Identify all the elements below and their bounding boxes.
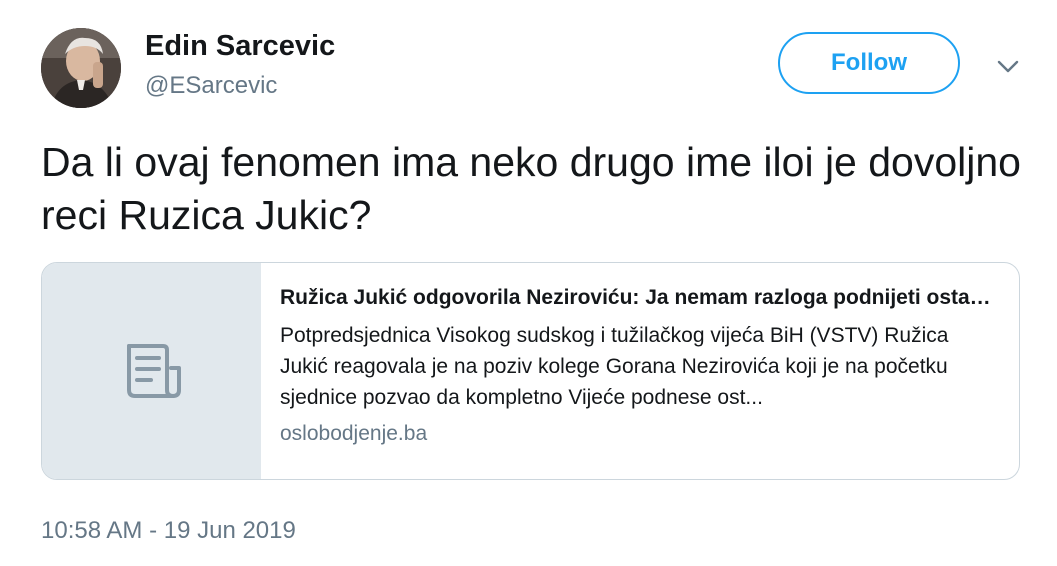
tweet-timestamp[interactable]: 10:58 AM - 19 Jun 2019 (41, 517, 296, 545)
chevron-down-icon (997, 60, 1019, 73)
avatar[interactable] (41, 28, 121, 108)
more-options-button[interactable] (990, 52, 1026, 82)
follow-button[interactable]: Follow (778, 32, 960, 94)
tweet: Edin Sarcevic @ESarcevic Follow Da li ov… (0, 0, 1057, 566)
author-handle[interactable]: @ESarcevic (145, 72, 277, 100)
document-icon (126, 344, 181, 398)
card-description: Potpredsjednica Visokog sudskog i tužila… (280, 324, 949, 409)
card-body: Ružica Jukić odgovorila Neziroviću: Ja n… (261, 263, 1019, 479)
link-card[interactable]: Ružica Jukić odgovorila Neziroviću: Ja n… (41, 262, 1020, 480)
avatar-photo (41, 28, 121, 108)
tweet-text: Da li ovaj fenomen ima neko drugo ime il… (41, 139, 1021, 238)
card-domain: oslobodjenje.ba (280, 422, 428, 445)
card-thumbnail (42, 263, 261, 479)
author-display-name[interactable]: Edin Sarcevic (145, 30, 335, 63)
card-title[interactable]: Ružica Jukić odgovorila Neziroviću: Ja n… (280, 285, 999, 311)
